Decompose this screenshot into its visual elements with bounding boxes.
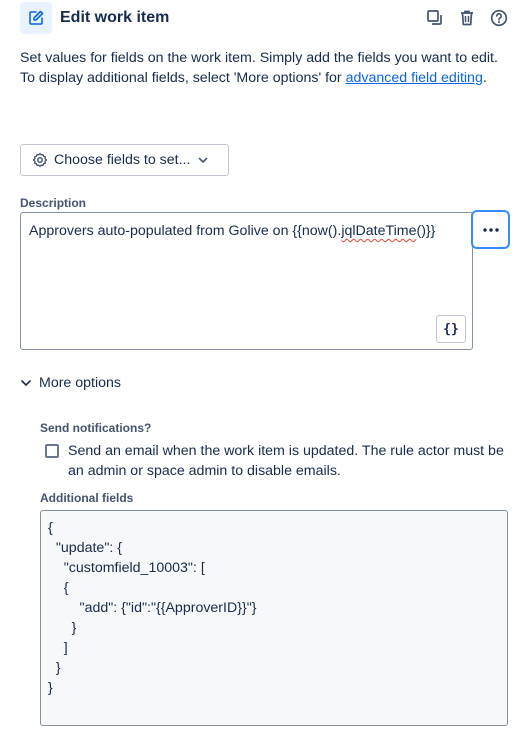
trash-icon[interactable] <box>456 6 478 30</box>
edit-icon <box>20 2 52 34</box>
description-value: Approvers auto-populated from Golive on … <box>29 223 435 239</box>
intro-text: Set values for fields on the work item. … <box>20 48 510 88</box>
spellcheck-error-word: jqlDateTime <box>341 223 417 239</box>
header-actions <box>424 6 510 30</box>
description-field[interactable]: Approvers auto-populated from Golive on … <box>20 212 473 350</box>
code-line: { <box>48 520 53 536</box>
code-line: } <box>48 680 53 696</box>
panel-title: Edit work item <box>60 9 170 26</box>
choose-fields-button[interactable]: Choose fields to set... <box>20 144 229 176</box>
send-email-checkbox-label: Send an email when the work item is upda… <box>68 443 504 479</box>
smart-value-button[interactable]: {} <box>436 315 466 343</box>
additional-fields-label: Additional fields <box>40 491 134 505</box>
intro-line-2: To display additional fields, select 'Mo… <box>20 68 510 88</box>
choose-fields-label: Choose fields to set... <box>54 152 191 168</box>
ellipsis-icon <box>482 227 499 232</box>
code-line: "update": { <box>48 540 122 556</box>
send-email-checkbox[interactable] <box>45 444 59 458</box>
edit-work-item-panel: Edit work item Set values for fields on … <box>0 0 524 731</box>
additional-fields-editor[interactable]: { "update": { "customfield_10003": [ { "… <box>40 510 508 726</box>
code-line: { <box>48 580 69 596</box>
description-label: Description <box>20 196 87 210</box>
send-notifications-label: Send notifications? <box>40 421 152 435</box>
more-actions-button[interactable] <box>471 210 510 249</box>
description-value-prefix: Approvers auto-populated from Golive on … <box>29 223 342 239</box>
chevron-down-icon <box>199 157 208 164</box>
duplicate-icon[interactable] <box>424 6 446 30</box>
advanced-field-editing-link[interactable]: advanced field editing <box>346 70 483 86</box>
code-line: } <box>48 620 77 636</box>
code-line: ] <box>48 640 68 656</box>
code-line: "customfield_10003": [ <box>48 560 205 576</box>
gear-icon <box>32 152 48 168</box>
intro-line-2-prefix: To display additional fields, select 'Mo… <box>20 70 346 86</box>
code-line: } <box>48 660 61 676</box>
description-value-suffix: ()}} <box>416 223 436 239</box>
chevron-down-icon <box>21 380 31 387</box>
intro-line-2-suffix: . <box>482 70 487 86</box>
code-line: "add": {"id":"{{ApproverID}}"} <box>48 600 257 616</box>
more-options-toggle[interactable]: More options <box>20 372 121 394</box>
help-icon[interactable] <box>488 6 510 30</box>
panel-header: Edit work item <box>20 2 510 34</box>
intro-line-1: Set values for fields on the work item. … <box>20 50 498 66</box>
more-options-label: More options <box>39 375 122 391</box>
